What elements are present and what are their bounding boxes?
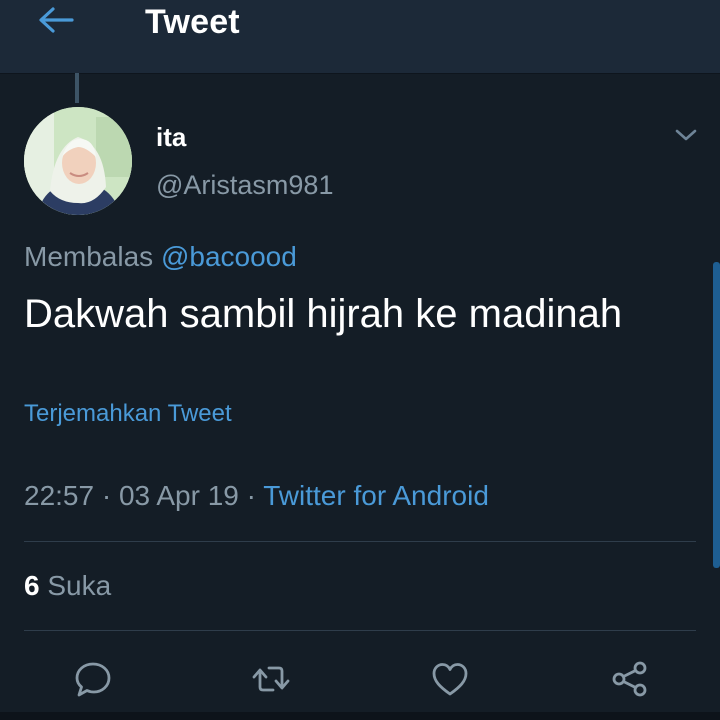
- likes-count: 6: [24, 570, 40, 601]
- heart-icon[interactable]: [430, 659, 470, 699]
- separator-dot: ·: [101, 480, 112, 511]
- scrollbar[interactable]: [713, 262, 720, 568]
- tweet-metadata: 22:57 · 03 Apr 19 · Twitter for Android: [24, 480, 489, 512]
- top-bar: Tweet: [0, 0, 720, 73]
- reply-handle-link[interactable]: @bacoood: [161, 241, 297, 272]
- retweet-icon[interactable]: [251, 659, 291, 699]
- author-display-name[interactable]: ita: [156, 122, 186, 153]
- author-username[interactable]: @Aristasm981: [156, 170, 333, 201]
- bottom-edge: [0, 712, 720, 720]
- avatar-image: [24, 107, 132, 215]
- reply-context: Membalas @bacoood: [24, 241, 297, 273]
- avatar[interactable]: [24, 107, 132, 215]
- chevron-down-icon[interactable]: [672, 125, 700, 145]
- reply-prefix: Membalas: [24, 241, 154, 272]
- arrow-left-icon[interactable]: [36, 6, 76, 34]
- separator-dot: ·: [246, 480, 256, 511]
- tweet-date: 03 Apr 19: [118, 480, 239, 511]
- tweet-text: Dakwah sambil hijrah ke madinah: [24, 292, 623, 336]
- divider: [24, 541, 696, 542]
- page-title: Tweet: [145, 3, 240, 41]
- tweet-time: 22:57: [24, 480, 95, 511]
- tweet-client-link[interactable]: Twitter for Android: [263, 480, 489, 511]
- thread-connector-line: [75, 73, 79, 103]
- likes-label: Suka: [47, 570, 112, 601]
- likes-summary[interactable]: 6 Suka: [24, 570, 111, 602]
- translate-tweet-link[interactable]: Terjemahkan Tweet: [24, 400, 232, 428]
- divider: [24, 630, 696, 631]
- share-icon[interactable]: [610, 659, 650, 699]
- comment-icon[interactable]: [73, 659, 113, 699]
